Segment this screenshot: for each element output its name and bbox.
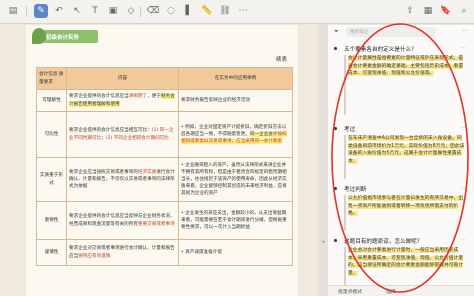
text-fragment: 重要交易或者事项 xyxy=(137,221,175,227)
select-icon[interactable]: ↖ xyxy=(70,4,84,18)
document-page: 初级会计实务 续表 会计信息 质量要求 内容 在实务中的应用举例 可理解性 要求企… xyxy=(26,25,298,296)
row-content: 要求企业提供的会计信息应当反映与企业财务状况、经营成果和现金流量等有关的所有重要… xyxy=(66,201,179,240)
row-example: 要求财务报告反映企业的经济活动 xyxy=(178,89,293,112)
batch-mode-button[interactable]: 批量点模式 xyxy=(338,288,362,295)
section-title: 初级会计实务 xyxy=(46,34,80,41)
bullet-icon xyxy=(334,239,337,242)
more-icon[interactable]: ⋯ xyxy=(236,4,250,18)
continued-label: 续表 xyxy=(276,57,288,63)
table-row: 实质重于形式 要求企业应当按照交易或者事项的经济实质进行会计确认、计量和报告，不仅… xyxy=(36,157,293,202)
row-example: • 例如，企业对固定资产计提折旧，确定折旧方法以后各期应当一致，不得随意变更。同… xyxy=(178,111,293,158)
highlighter-icon[interactable]: ▌ xyxy=(182,4,196,18)
undo-icon[interactable]: ↶ xyxy=(52,4,66,18)
example-text: • 资产减值准备计提 xyxy=(181,249,222,255)
note-answer: 会计计量属性是指要素的计量特征或外在表现形式，是对会计要素金额的确定基础，主要包… xyxy=(348,55,466,78)
row-content: 要求企业应当按照交易或者事项的经济实质进行会计确认、计量和报告，不仅仅以交易或者… xyxy=(66,157,179,202)
note-actions-icon[interactable]: ⋯ xyxy=(461,185,466,191)
bottom-bar: 批量点模式 选择 xyxy=(328,285,474,296)
collapse-arrow-icon[interactable]: ◂ xyxy=(318,239,328,247)
note-question: 五个要素各自的定义是什么？ xyxy=(344,47,417,53)
grid-icon[interactable]: ▦ xyxy=(421,4,435,18)
leaf-icon xyxy=(32,28,46,44)
note-answer-text: 会计计量属性是指要素的计量特征或外在表现形式，是对会计要素金额的确定基础，主要包… xyxy=(348,56,464,77)
header-example: 在实务中的应用举例 xyxy=(178,67,293,90)
row-name: 可理解性 xyxy=(36,89,67,112)
text-fragment: 保持应有的谨慎 xyxy=(78,253,111,259)
example-text: • 企业发生的某些支出，金额较小的，从支出受益期来看，可能需要在若干会计期间进行… xyxy=(181,210,287,231)
table-header-row: 会计信息 质量要求 内容 在实务中的应用举例 xyxy=(36,67,293,90)
menu-icon[interactable]: ⋯ xyxy=(462,27,468,34)
text-fragment: 同一企业会计 xyxy=(249,131,278,137)
table-row: 重要性 要求企业提供的会计信息应当反映与企业财务状况、经营成果和现金流量等有关的所… xyxy=(36,201,293,240)
text-fragment: 要求企业应当按照交易或者事项的 xyxy=(69,169,138,175)
bullet-icon xyxy=(334,187,337,190)
document-view[interactable]: 初级会计实务 续表 会计信息 质量要求 内容 在实务中的应用举例 可理解性 要求企… xyxy=(0,25,318,296)
note-answer: 在车床产清查中A公司发现一台全新的未入账设备，同类设备目前市场价为1万元，实际价… xyxy=(348,135,466,166)
row-example: • 企业融资租入的资产，虽然从法律形式来讲企业并不拥有其所有权，但是由于租赁合同… xyxy=(178,157,293,202)
link-icon[interactable]: ⛓ xyxy=(218,4,232,18)
toolbar: ▤ ✎ ↶ ↖ T ▣ ◇ ⌫ ◌ ▌ 📏 ⛓ ⋯ ⇪ ▦ 🔖 ⌕ xyxy=(0,0,474,24)
row-name: 重要性 xyxy=(36,201,67,240)
notes-panel: ⏷ 搜索笔记 ⋯ 五个要素各自的定义是什么？ ⋯ 会计计量属性是指要素的计量特征或外… xyxy=(328,25,474,296)
note-bar xyxy=(344,135,346,179)
note-bar xyxy=(344,55,346,115)
table-row: 谨慎性 要求企业对交易或者事项进行会计确认、计量和报告应当保持应有的谨慎 • 资产减… xyxy=(36,239,293,266)
note-answer-text: 公允价值指市场参与者在计量日发生的有序交易中，出售一项资产所能收到或者转移一项负… xyxy=(348,196,464,217)
text-fragment: 要求企业提供的会计信息应当 xyxy=(69,94,129,100)
note-question: 这题目有的题原谅，怎么做呢？ xyxy=(344,239,423,245)
row-name: 可比性 xyxy=(36,111,67,158)
pen-icon[interactable]: ✎ xyxy=(34,4,48,18)
table-row: 可比性 要求企业提供的会计信息应当相互可比：(1) 同一企业不同时期可比；(2) … xyxy=(36,111,293,158)
bullet-icon xyxy=(334,47,337,50)
row-content: 要求企业对交易或者事项进行会计确认、计量和报告应当保持应有的谨慎 xyxy=(66,239,179,266)
app-window: ▤ ✎ ↶ ↖ T ▣ ◇ ⌫ ◌ ▌ 📏 ⛓ ⋯ ⇪ ▦ 🔖 ⌕ 初级会计实务… xyxy=(0,0,474,296)
section-badge: 初级会计实务 xyxy=(32,28,98,44)
row-content: 要求企业提供的会计信息应当清晰明了，便于财务会计报告使用者理解和使用 xyxy=(66,89,179,112)
text-fragment: 经济实质 xyxy=(137,169,157,175)
shape-icon[interactable]: ◇ xyxy=(124,4,138,18)
text-fragment: 清晰明了 xyxy=(128,94,148,100)
text-fragment: ，便于 xyxy=(147,94,161,100)
notes-search-row: ⏷ 搜索笔记 ⋯ xyxy=(334,27,468,38)
example-text: • 企业融资租入的资产，虽然从法律形式来讲企业并不拥有其所有权，但是由于租赁合同… xyxy=(181,162,287,197)
row-content: 要求企业提供的会计信息应当相互可比：(1) 同一企业不同时期可比；(2) 不同企… xyxy=(66,111,179,158)
note-actions-icon[interactable]: ⋯ xyxy=(461,45,466,51)
text-fragment: 要求企业提供的会计信息应当相互可比： xyxy=(69,128,152,134)
share-icon[interactable]: ⇪ xyxy=(403,4,417,18)
note-bar xyxy=(344,195,346,231)
row-name: 谨慎性 xyxy=(36,239,67,266)
row-example: • 企业发生的某些支出，金额较小的，从支出受益期来看，可能需要在若干会计期间进行… xyxy=(178,201,293,240)
ruler-icon[interactable]: 📏 xyxy=(200,4,214,18)
header-content: 内容 xyxy=(66,67,179,90)
select-button[interactable]: 选择 xyxy=(386,288,396,295)
note-question: 考过 xyxy=(344,127,356,133)
bullet-icon xyxy=(334,127,337,130)
note-actions-icon[interactable]: ⋯ xyxy=(461,125,466,131)
bookmark-icon[interactable]: 🔖 xyxy=(439,4,453,18)
note-question: 考过判断 xyxy=(344,187,367,193)
eraser-icon[interactable]: ⌫ xyxy=(146,4,160,18)
note-actions-icon[interactable]: ⋯ xyxy=(461,237,466,243)
note-answer-text: 在车床产清查中A公司发现一台全新的未入账设备，同类设备目前市场价为1万元，实际价… xyxy=(348,136,465,165)
filter-icon[interactable]: ⏷ xyxy=(334,28,342,36)
image-icon[interactable]: ▣ xyxy=(106,4,120,18)
notes-search-input[interactable]: 搜索笔记 xyxy=(346,27,436,37)
row-name: 实质重于形式 xyxy=(36,157,67,202)
panel-divider[interactable] xyxy=(318,25,328,296)
table-row: 可理解性 要求企业提供的会计信息应当清晰明了，便于财务会计报告使用者理解和使用 要求… xyxy=(36,89,293,112)
note-answer-text: 企业会对会计要素进行计量时，一般应当采用历史成本，采用重置成本、可变现净值、现值… xyxy=(348,248,464,277)
note-answer: 公允价值指市场参与者在计量日发生的有序交易中，出售一项资产所能收到或者转移一项负… xyxy=(348,195,466,218)
sidebar-icon[interactable]: ▤ xyxy=(6,4,20,18)
example-text: 要求财务报告反映企业的经济活动 xyxy=(181,97,250,103)
accounting-info-table: 会计信息 质量要求 内容 在实务中的应用举例 可理解性 要求企业提供的会计信息应当… xyxy=(36,67,293,266)
search-icon[interactable]: ⌕ xyxy=(457,4,471,18)
text-icon[interactable]: T xyxy=(88,4,102,18)
row-example: • 资产减值准备计提 xyxy=(178,239,293,266)
header-requirement: 会计信息 质量要求 xyxy=(36,67,67,90)
text-fragment: (2) 不同企业相同会计期间可比 xyxy=(105,135,169,141)
note-answer: 企业会对会计要素进行计量时，一般应当采用历史成本，采用重置成本、可变现净值、现值… xyxy=(348,247,466,278)
lasso-icon[interactable]: ◌ xyxy=(164,4,178,18)
